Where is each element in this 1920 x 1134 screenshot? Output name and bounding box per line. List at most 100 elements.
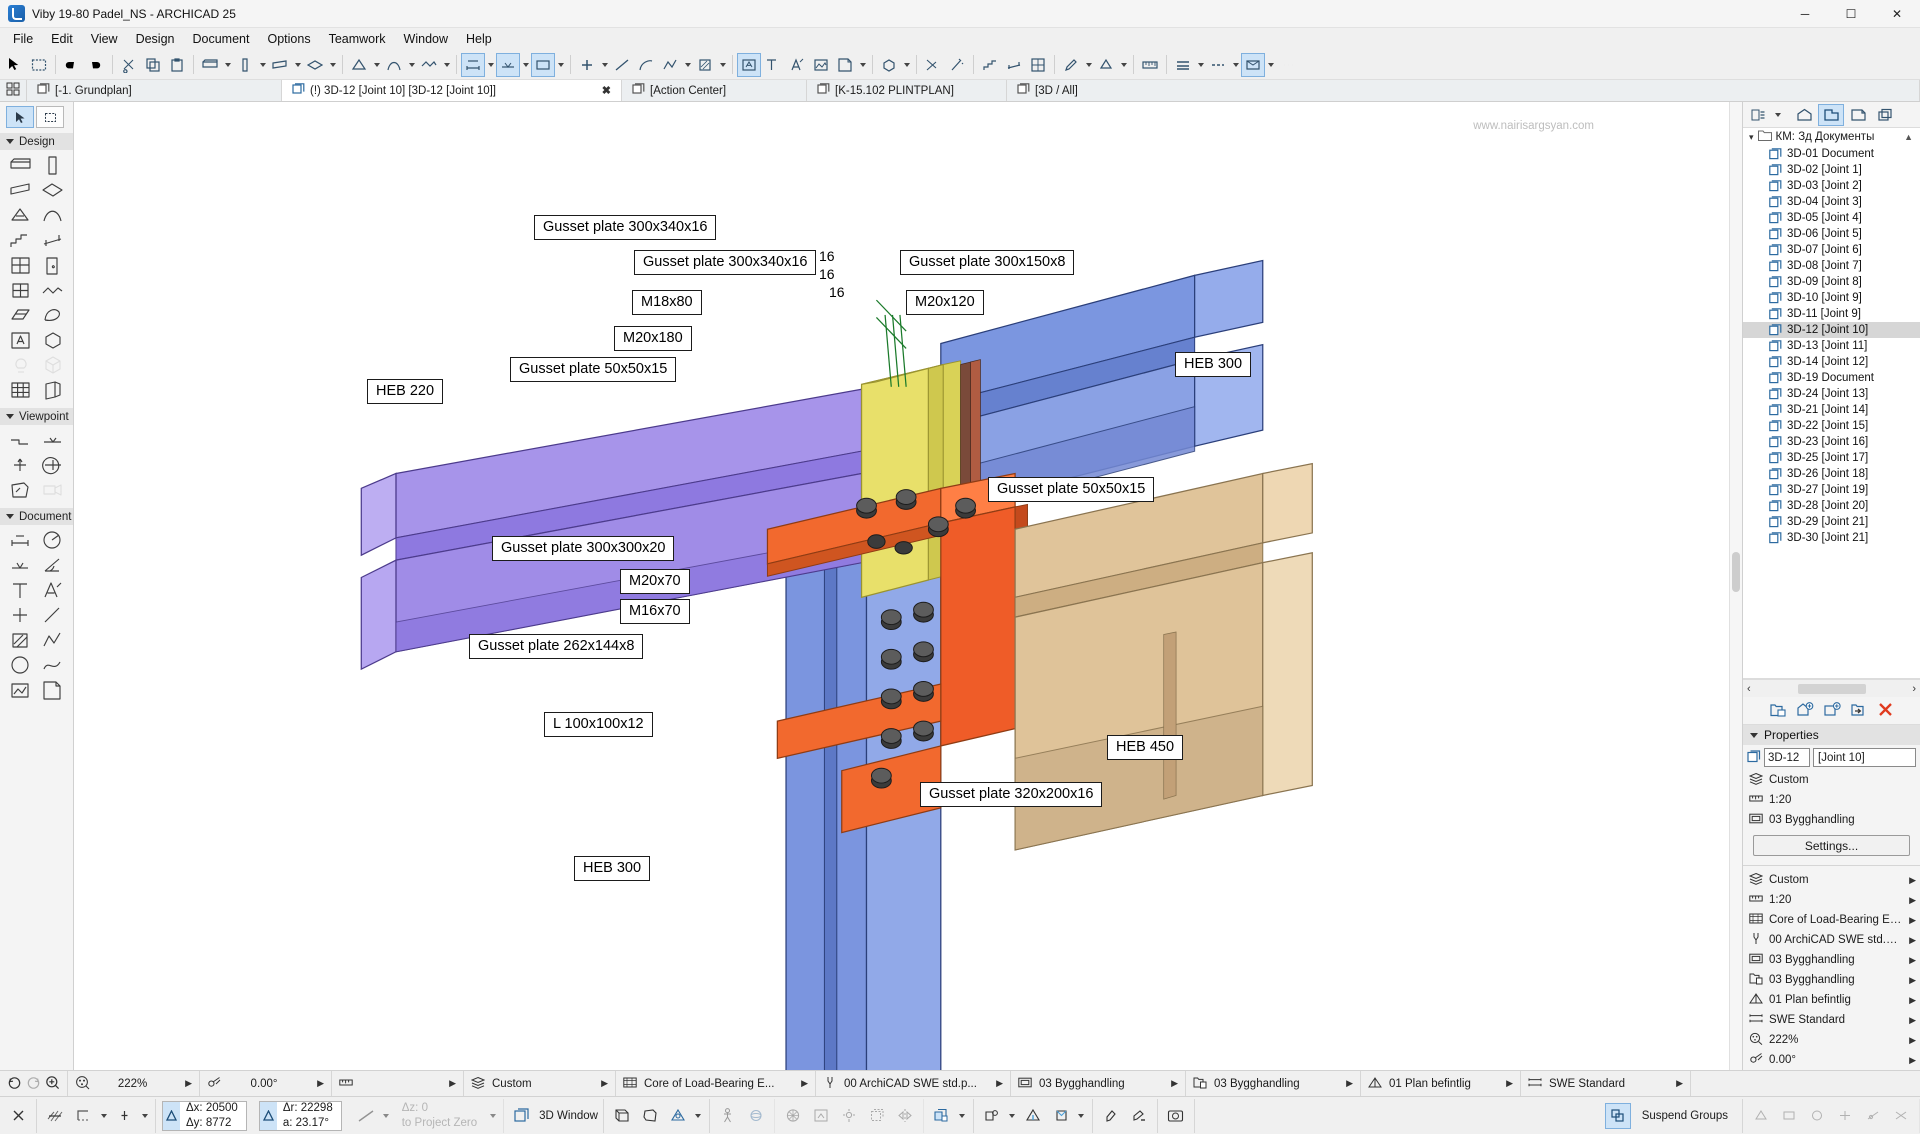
annotation-label[interactable]: M18x80: [632, 290, 702, 315]
marquee-tool-icon[interactable]: [27, 53, 51, 77]
property-expand-arrow[interactable]: ▶: [1909, 915, 1916, 926]
status-cell-dimension-style[interactable]: SWE Standard ▶: [1521, 1070, 1691, 1097]
mirror-3d-icon[interactable]: [892, 1103, 918, 1129]
arc-tool-icon[interactable]: [634, 53, 658, 77]
navigator-document-item[interactable]: 3D-21 [Joint 14]: [1743, 402, 1920, 418]
polyline-tool-icon[interactable]: [37, 628, 70, 652]
publisher-icon[interactable]: [1872, 104, 1898, 126]
property-expand-arrow[interactable]: ▶: [1909, 895, 1916, 906]
scrollbar-thumb[interactable]: [1732, 552, 1740, 592]
slab-tool-icon[interactable]: [303, 53, 327, 77]
sun-position-icon[interactable]: [836, 1103, 862, 1129]
property-row[interactable]: SWE Standard ▶: [1743, 1010, 1920, 1030]
grid-snap-icon[interactable]: [42, 1103, 68, 1129]
status-cell-arrow[interactable]: ▶: [791, 1078, 808, 1089]
navigator-document-item[interactable]: 3D-30 [Joint 21]: [1743, 530, 1920, 546]
door-tool-icon[interactable]: [37, 253, 70, 277]
dropdown-caret[interactable]: [682, 53, 693, 77]
scroll-up-icon[interactable]: ▲: [1904, 132, 1916, 142]
copy-icon[interactable]: [141, 53, 165, 77]
dropdown-caret[interactable]: [1230, 53, 1241, 77]
axonometry-icon[interactable]: [780, 1103, 806, 1129]
property-expand-arrow[interactable]: ▶: [1909, 955, 1916, 966]
property-expand-arrow[interactable]: ▶: [1909, 875, 1916, 886]
status-cell-scale[interactable]: ▶: [332, 1070, 464, 1097]
elevation-caret[interactable]: [381, 1104, 392, 1128]
roof-tool-icon[interactable]: [347, 53, 371, 77]
section-tool-icon[interactable]: [4, 428, 37, 452]
surface-painter-icon[interactable]: [1098, 1103, 1124, 1129]
shell-tool-icon[interactable]: [382, 53, 406, 77]
project-zero-caret[interactable]: [487, 1104, 498, 1128]
navigator-document-item[interactable]: 3D-14 [Joint 12]: [1743, 354, 1920, 370]
property-row[interactable]: 222% ▶: [1743, 1030, 1920, 1050]
roof-tool-icon[interactable]: [4, 203, 37, 227]
column-tool-icon[interactable]: [37, 153, 70, 177]
tree-root-folder[interactable]: ▾ КМ: Зд Документы ▲: [1743, 128, 1920, 146]
collapse-triangle-icon[interactable]: [1750, 732, 1758, 738]
shell-tool-icon[interactable]: [37, 203, 70, 227]
object-3d-tool-icon[interactable]: [37, 353, 70, 377]
hotspot-tool-icon[interactable]: [4, 603, 37, 627]
split-icon[interactable]: [1832, 1103, 1858, 1129]
redo-icon[interactable]: [84, 53, 108, 77]
suspend-groups-cell[interactable]: Suspend Groups: [1600, 1098, 1743, 1133]
navigator-document-item[interactable]: 3D-08 [Joint 7]: [1743, 258, 1920, 274]
view-tab-1[interactable]: (!) 3D-12 [Joint 10] [3D-12 [Joint 10]] ✖: [282, 80, 622, 101]
align-left-icon[interactable]: [1748, 1103, 1774, 1129]
annotation-label[interactable]: HEB 300: [574, 856, 651, 881]
scroll-left-icon[interactable]: ‹: [1747, 683, 1751, 695]
grid-tool-icon[interactable]: [4, 378, 37, 402]
property-row[interactable]: Custom ▶: [1743, 870, 1920, 890]
worksheet-tool-icon[interactable]: [37, 453, 70, 477]
property-row[interactable]: Custom: [1743, 770, 1920, 790]
navigator-document-item[interactable]: 3D-06 [Joint 5]: [1743, 226, 1920, 242]
layout-book-icon[interactable]: [1845, 104, 1871, 126]
curtain-wall-tool-icon[interactable]: [4, 253, 37, 277]
palette-section-document[interactable]: Document: [0, 508, 73, 525]
navigator-document-item[interactable]: 3D-04 [Joint 3]: [1743, 194, 1920, 210]
dropdown-caret[interactable]: [441, 53, 452, 77]
chevron-down-icon[interactable]: ▾: [1749, 132, 1754, 143]
property-row[interactable]: 03 Bygghandling ▶: [1743, 950, 1920, 970]
navigator-document-item[interactable]: 3D-19 Document: [1743, 370, 1920, 386]
navigator-document-item[interactable]: 3D-29 [Joint 21]: [1743, 514, 1920, 530]
render-caret[interactable]: [1076, 1104, 1087, 1128]
align-center-icon[interactable]: [1776, 1103, 1802, 1129]
pen-color-icon[interactable]: [1059, 53, 1083, 77]
render-settings-icon[interactable]: [1020, 1103, 1046, 1129]
property-expand-arrow[interactable]: ▶: [1909, 995, 1916, 1006]
wall-tool-icon[interactable]: [198, 53, 222, 77]
dx-value[interactable]: 20500: [206, 1102, 238, 1114]
marquee-tool[interactable]: [36, 106, 64, 128]
zone-tool-icon[interactable]: [737, 52, 761, 77]
property-row[interactable]: 1:20 ▶: [1743, 890, 1920, 910]
status-cell-graphic-override[interactable]: 03 Bygghandling ▶: [1186, 1070, 1361, 1097]
property-row[interactable]: Core of Load-Bearing Element... ▶: [1743, 910, 1920, 930]
palette-section-design[interactable]: Design: [0, 133, 73, 150]
level-dimension-tool-icon[interactable]: [4, 553, 37, 577]
angle-dimension-tool-icon[interactable]: [37, 553, 70, 577]
cut-icon[interactable]: [117, 53, 141, 77]
zoom-previous-icon[interactable]: [7, 1075, 22, 1093]
view-tab-0[interactable]: [-1. Grundplan]: [27, 80, 282, 101]
menu-window[interactable]: Window: [395, 29, 457, 49]
wall-end-tool-icon[interactable]: [37, 378, 70, 402]
navigator-document-item[interactable]: 3D-25 [Joint 17]: [1743, 450, 1920, 466]
3d-settings-icon[interactable]: [979, 1103, 1005, 1129]
menu-help[interactable]: Help: [457, 29, 501, 49]
detail-tool-icon[interactable]: [4, 478, 37, 502]
annotation-label[interactable]: Gusset plate 50x50x15: [988, 477, 1155, 502]
explore-model-icon[interactable]: [715, 1103, 741, 1129]
slab-tool-icon[interactable]: [37, 178, 70, 202]
minimize-button[interactable]: ─: [1782, 0, 1828, 28]
dropdown-caret[interactable]: [901, 53, 912, 77]
view-id-field[interactable]: 3D-12: [1764, 748, 1810, 767]
maximize-button[interactable]: ☐: [1828, 0, 1874, 28]
navigator-horizontal-scroll[interactable]: ‹ ›: [1743, 679, 1920, 697]
property-row[interactable]: 00 ArchiCAD SWE std.pennor (... ▶: [1743, 930, 1920, 950]
settings-button[interactable]: Settings...: [1753, 835, 1910, 856]
dimension-tool-icon[interactable]: [461, 52, 485, 77]
navigator-document-item[interactable]: 3D-03 [Joint 2]: [1743, 178, 1920, 194]
align-right-icon[interactable]: [1804, 1103, 1830, 1129]
